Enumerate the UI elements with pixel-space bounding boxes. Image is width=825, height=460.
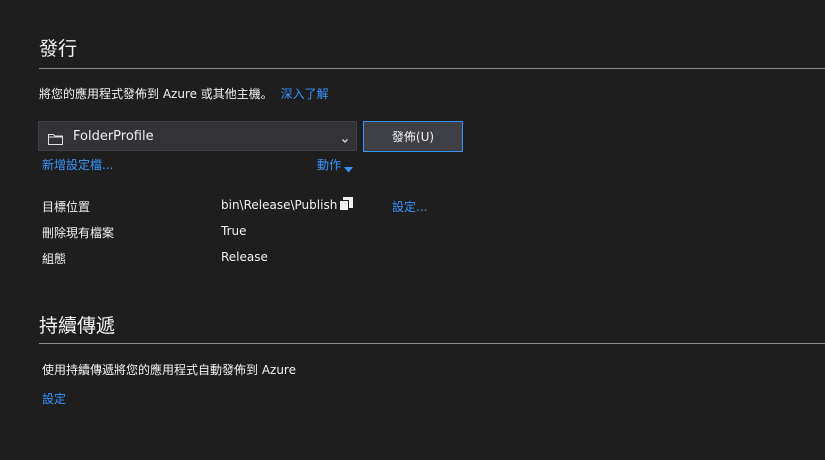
continuous-delivery-title: 持續傳遞	[39, 315, 116, 337]
profile-name: FolderProfile	[73, 128, 154, 144]
actions-menu[interactable]: 動作	[317, 156, 354, 173]
target-location-label: 目標位置	[42, 200, 91, 214]
copy-icon[interactable]	[338, 196, 354, 212]
publish-settings-link[interactable]: 設定...	[392, 198, 427, 215]
publish-button[interactable]: 發佈(U)	[363, 121, 463, 152]
continuous-delivery-settings-link[interactable]: 設定	[42, 390, 66, 407]
target-location-value: bin\Release\Publish	[221, 198, 338, 212]
publish-title: 發行	[39, 38, 78, 60]
actions-label: 動作	[317, 158, 342, 172]
delete-existing-files-value: True	[221, 224, 247, 238]
continuous-delivery-description: 使用持續傳遞將您的應用程式自動發佈到 Azure	[42, 363, 296, 377]
continuous-delivery-divider	[39, 343, 825, 344]
profile-dropdown[interactable]: FolderProfile	[38, 121, 357, 151]
chevron-down-icon	[340, 131, 350, 143]
learn-more-link[interactable]: 深入了解	[281, 87, 329, 101]
publish-divider	[39, 68, 825, 69]
caret-down-icon	[344, 162, 354, 172]
configuration-label: 組態	[42, 252, 67, 266]
new-profile-link[interactable]: 新增設定檔...	[42, 156, 113, 173]
publish-page: 發行 將您的應用程式發佈到 Azure 或其他主機。 深入了解 FolderPr…	[0, 0, 825, 460]
delete-existing-files-label: 刪除現有檔案	[42, 226, 115, 240]
configuration-value: Release	[221, 250, 268, 264]
publish-description: 將您的應用程式發佈到 Azure 或其他主機。	[39, 87, 273, 101]
publish-description-line: 將您的應用程式發佈到 Azure 或其他主機。 深入了解	[39, 85, 329, 102]
folder-icon	[48, 130, 63, 145]
